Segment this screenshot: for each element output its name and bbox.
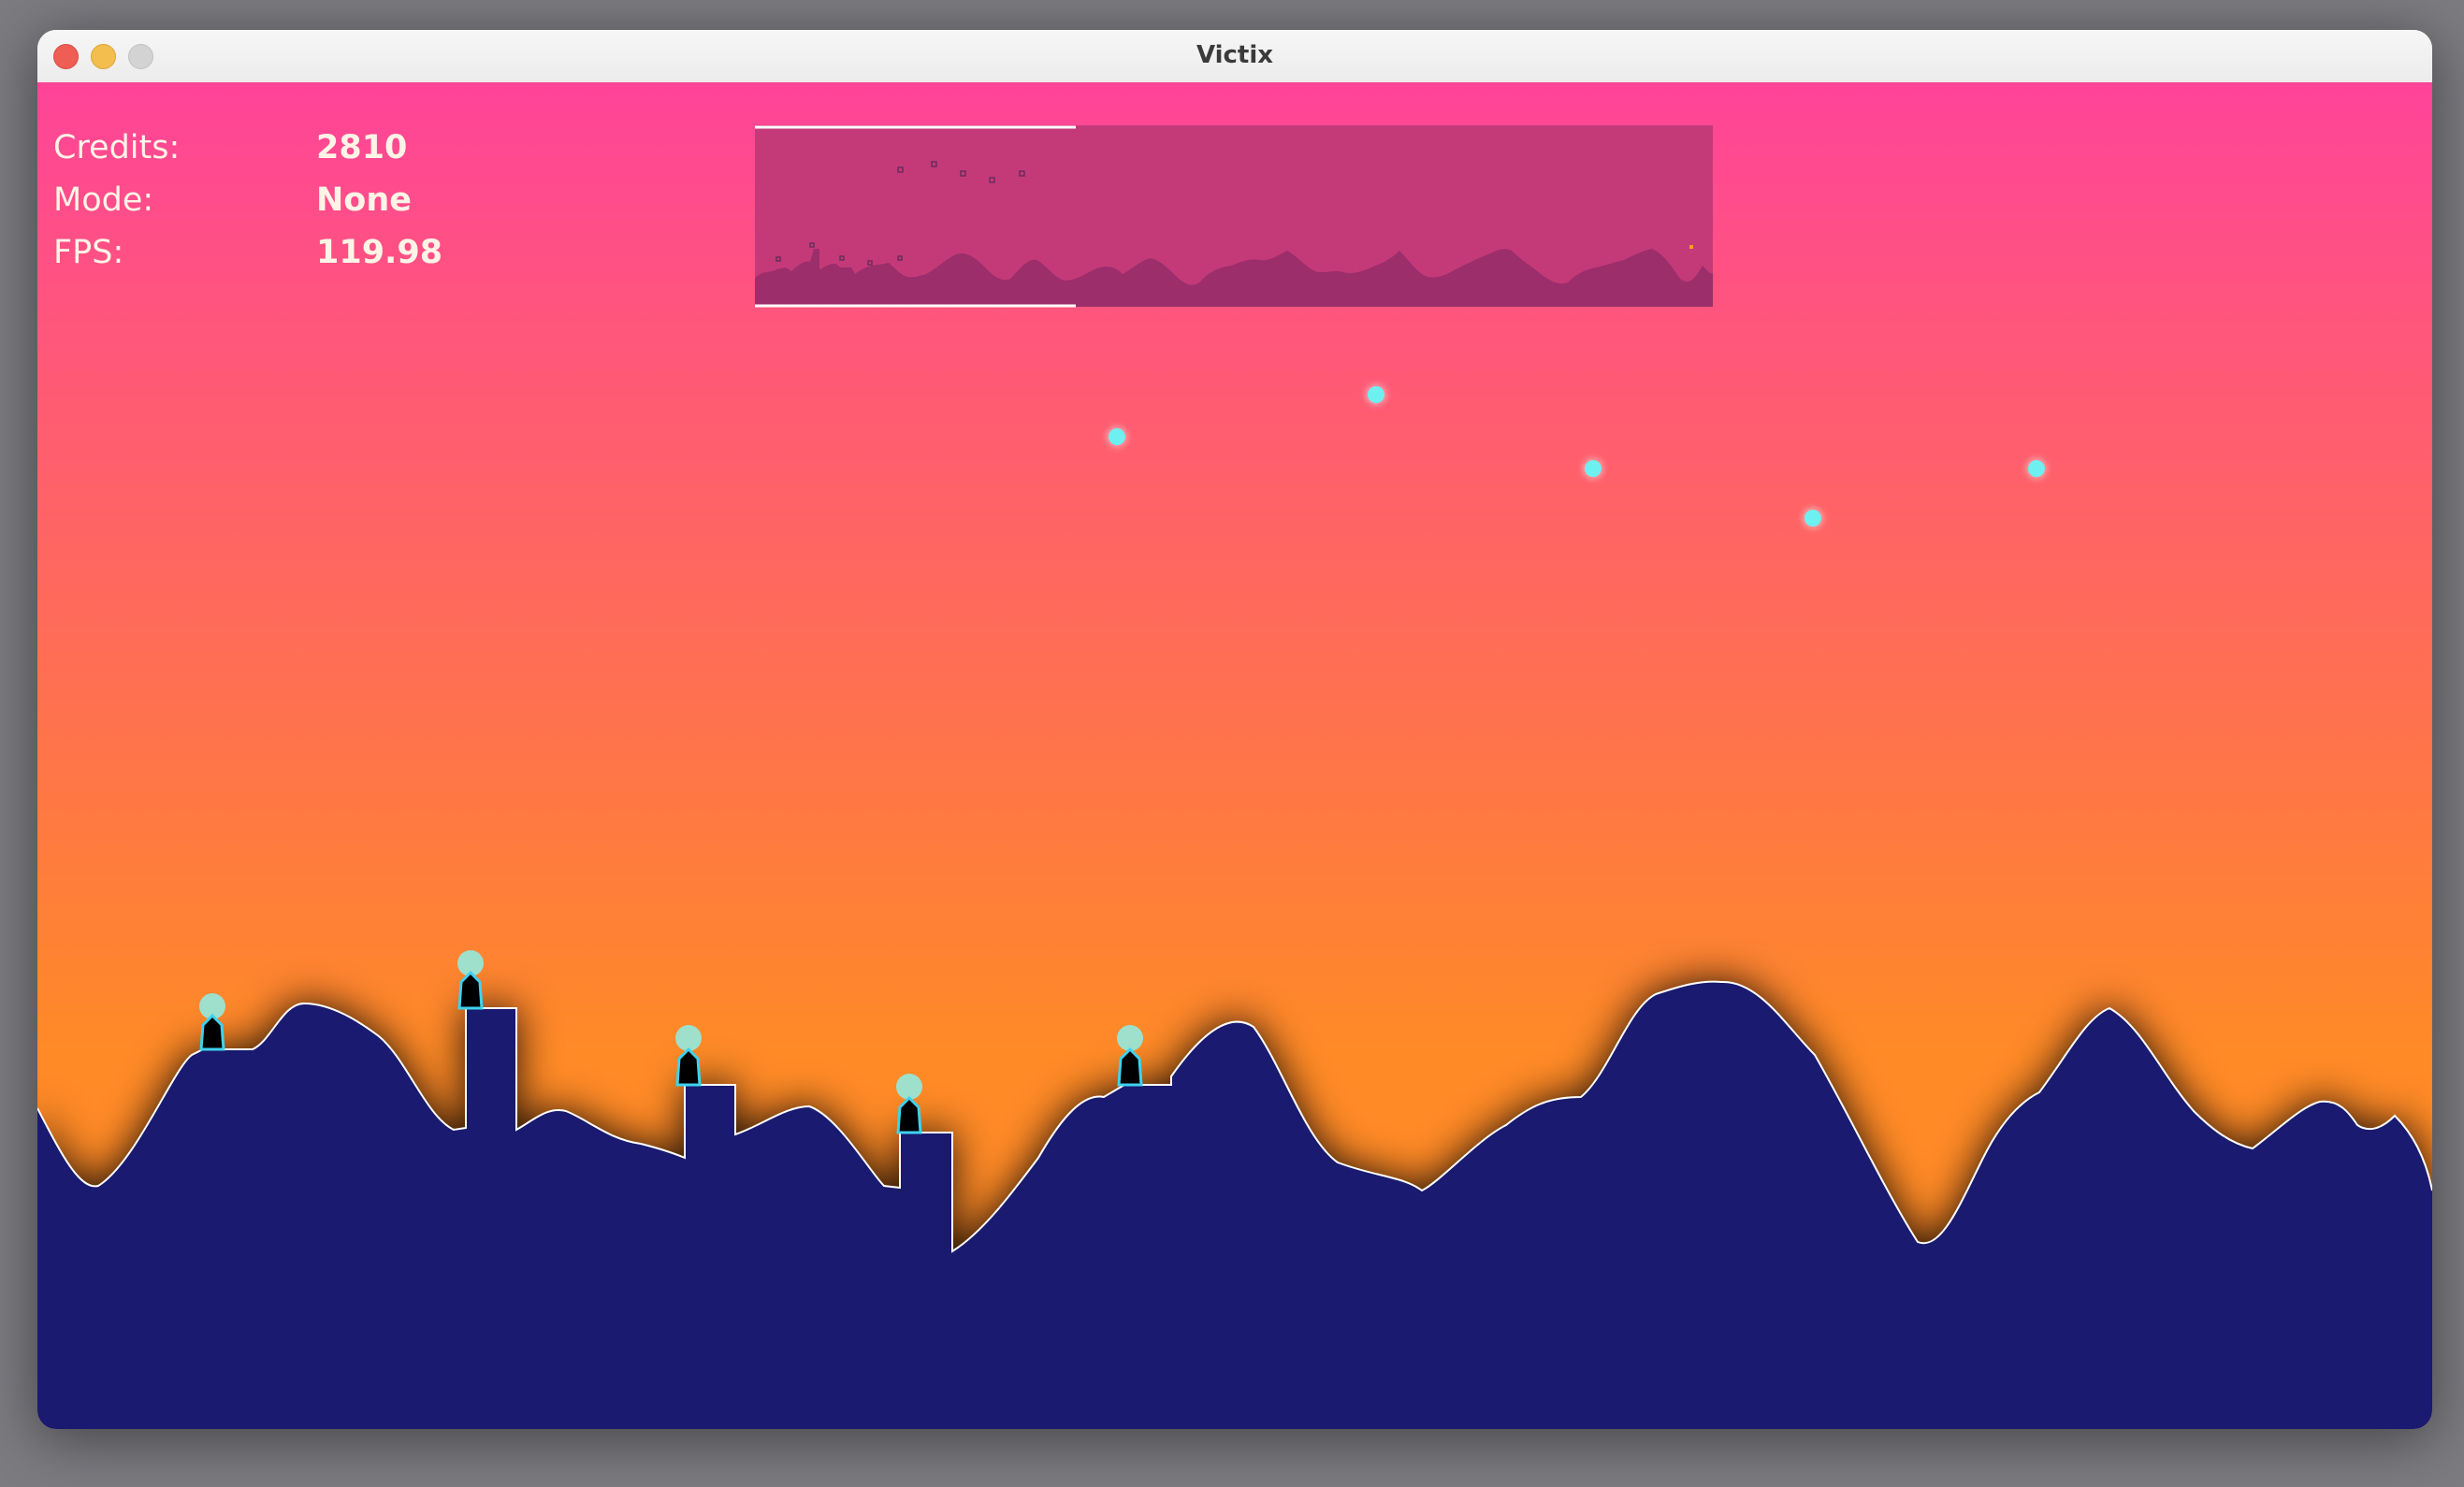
credits-value: 2810 [316,129,408,166]
projectile [1805,510,1821,527]
mode-label: Mode: [53,181,154,219]
fps-label: FPS: [53,234,124,271]
projectile [1585,460,1602,477]
title-bar: Victix [37,30,2432,83]
minimap-enemy-marker [1689,245,1693,249]
projectile [2028,460,2045,477]
app-window: Victix Credits: 2810 Mode: None FPS: 119… [37,30,2432,1429]
projectile [1368,386,1384,403]
hud: Credits: 2810 Mode: None FPS: 119.98 [37,82,599,288]
turret-orb [1117,1025,1143,1051]
projectile [1109,428,1125,445]
turret-orb [896,1074,922,1100]
window-title: Victix [1196,41,1274,69]
minimap[interactable] [755,125,1713,308]
mode-value: None [316,181,412,219]
credits-label: Credits: [53,129,181,166]
turret-orb [675,1025,702,1051]
fps-value: 119.98 [316,234,443,271]
